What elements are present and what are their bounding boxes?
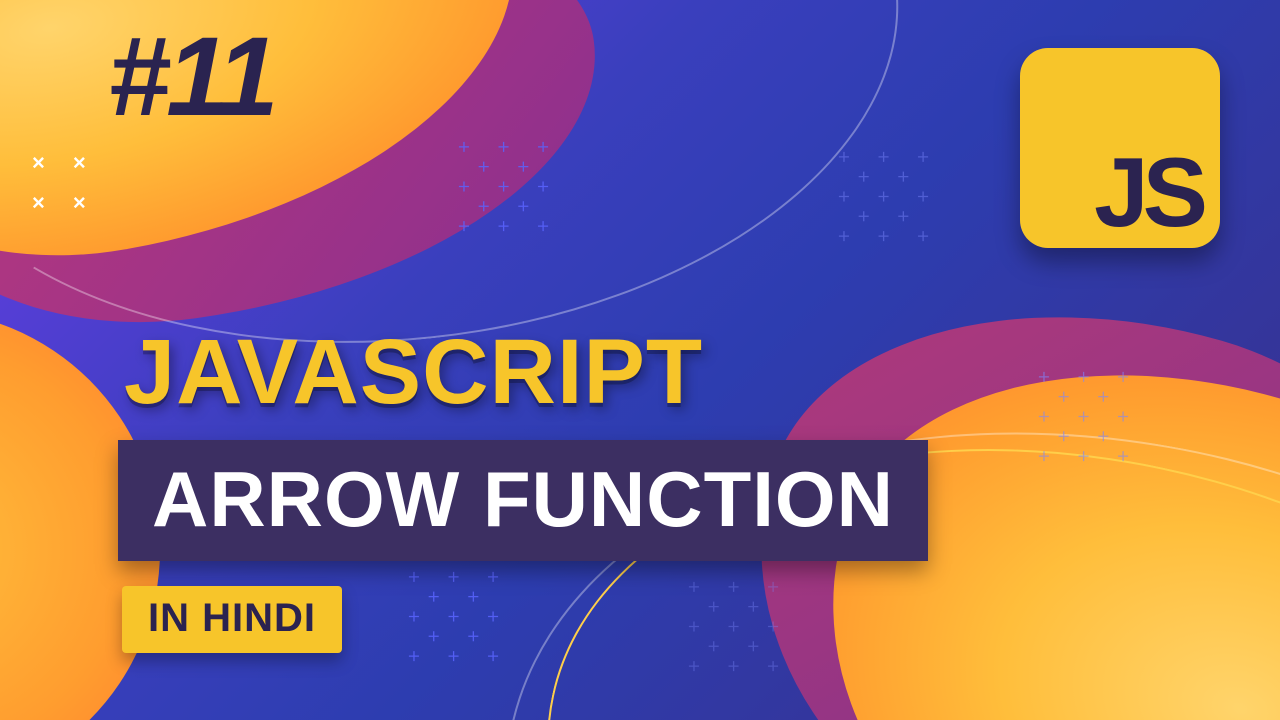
x-row-white: ×× [32, 190, 114, 216]
x-pattern-cluster: ××××××××××××× [781, 101, 979, 299]
language-badge: IN HINDI [122, 586, 342, 653]
episode-number: #11 [108, 12, 275, 141]
subtitle-banner: ARROW FUNCTION [118, 440, 928, 561]
main-title: JAVASCRIPT [124, 320, 703, 425]
js-logo-text: JS [1094, 151, 1202, 234]
x-row-white: ×× [32, 150, 114, 176]
js-logo-badge: JS [1020, 48, 1220, 248]
thumbnail-stage: ××××××××××××× ××××××××××××× ××××××××××××… [0, 0, 1280, 720]
